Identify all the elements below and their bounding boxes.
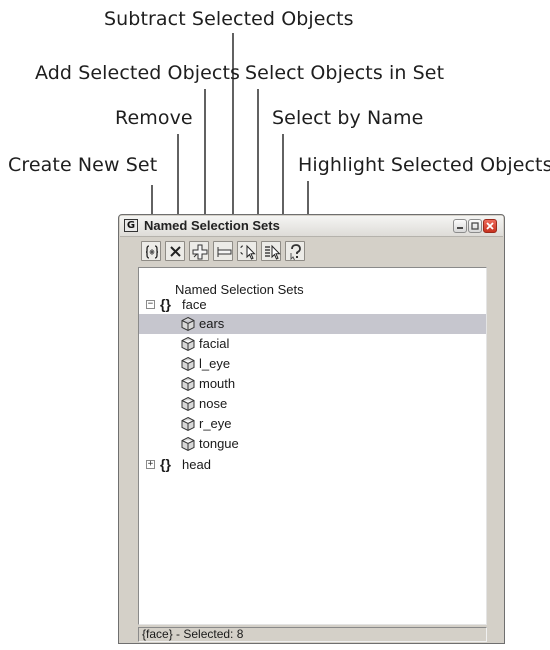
select-by-name-button[interactable] xyxy=(261,241,281,261)
object-row-mouth[interactable]: mouth xyxy=(139,374,486,394)
app-icon: G xyxy=(124,219,138,232)
close-icon[interactable] xyxy=(483,219,497,233)
status-bar: {face} - Selected: 8 xyxy=(138,627,487,642)
cursor-icon xyxy=(240,244,256,260)
braces-icon: {} xyxy=(160,296,171,312)
minimize-icon[interactable] xyxy=(453,219,467,233)
set-row-face[interactable]: − {} face xyxy=(139,296,486,314)
object-label: ears xyxy=(199,316,225,331)
title-bar[interactable]: G Named Selection Sets xyxy=(120,216,503,237)
braces-star-icon xyxy=(145,245,159,259)
object-label: mouth xyxy=(199,376,236,391)
object-cube-icon xyxy=(181,376,195,392)
list-cursor-icon xyxy=(265,244,281,260)
named-selection-sets-window: G Named Selection Sets Named Selection S… xyxy=(118,214,505,644)
create-new-set-button[interactable] xyxy=(141,241,161,261)
window-title: Named Selection Sets xyxy=(144,218,280,233)
object-row-tongue[interactable]: tongue xyxy=(139,434,486,454)
expand-icon[interactable]: + xyxy=(146,460,155,469)
object-cube-icon xyxy=(181,336,195,352)
maximize-icon[interactable] xyxy=(468,219,482,233)
x-icon xyxy=(170,246,181,257)
object-row-nose[interactable]: nose xyxy=(139,394,486,414)
object-cube-icon xyxy=(181,396,195,412)
add-selected-objects-button[interactable] xyxy=(189,241,209,261)
tree-header: Named Selection Sets xyxy=(175,282,304,297)
select-objects-in-set-button[interactable] xyxy=(237,241,257,261)
subtract-selected-objects-button[interactable] xyxy=(213,241,233,261)
object-row-r-eye[interactable]: r_eye xyxy=(139,414,486,434)
object-label: r_eye xyxy=(199,416,232,431)
question-icon xyxy=(290,244,301,261)
object-cube-icon xyxy=(181,416,195,432)
object-cube-icon xyxy=(181,436,195,452)
set-row-head[interactable]: + {} head xyxy=(139,456,486,474)
object-row-facial[interactable]: facial xyxy=(139,334,486,354)
highlight-selected-objects-button[interactable] xyxy=(285,241,305,261)
object-label: l_eye xyxy=(199,356,231,371)
object-label: tongue xyxy=(199,436,239,451)
object-cube-icon xyxy=(181,316,195,332)
set-label: head xyxy=(182,457,211,472)
object-label: facial xyxy=(199,336,230,351)
minus-icon xyxy=(217,247,232,257)
object-cube-icon xyxy=(181,356,195,372)
remove-button[interactable] xyxy=(165,241,185,261)
collapse-icon[interactable]: − xyxy=(146,300,155,309)
plus-icon xyxy=(192,244,208,260)
set-label: face xyxy=(182,297,207,312)
object-label: nose xyxy=(199,396,228,411)
object-row-l-eye[interactable]: l_eye xyxy=(139,354,486,374)
braces-icon: {} xyxy=(160,456,171,472)
object-row-ears[interactable]: ears xyxy=(139,314,486,334)
selection-sets-tree[interactable]: Named Selection Sets − {} face ears faci… xyxy=(138,267,487,625)
